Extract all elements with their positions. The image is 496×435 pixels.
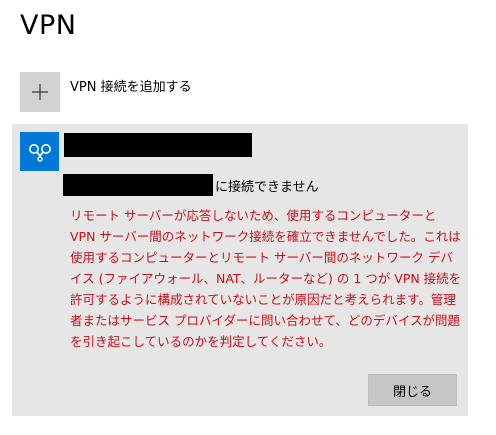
redacted-connection-name [64, 133, 252, 157]
close-button[interactable]: 閉じる [368, 374, 457, 406]
plus-icon [20, 72, 60, 112]
vpn-link-icon [20, 132, 59, 171]
add-vpn-connection-button[interactable]: VPN 接続を追加する [20, 72, 192, 114]
vpn-connection-panel[interactable]: に接続できません リモート サーバーが応答しないため、使用するコンピューターと … [12, 124, 468, 416]
connection-status: に接続できません [215, 180, 319, 195]
redacted-server-name [63, 174, 213, 196]
add-vpn-connection-label: VPN 接続を追加する [70, 80, 192, 95]
page-title: VPN [20, 10, 77, 41]
error-message: リモート サーバーが応答しないため、使用するコンピューターと VPN サーバー間… [70, 208, 462, 349]
